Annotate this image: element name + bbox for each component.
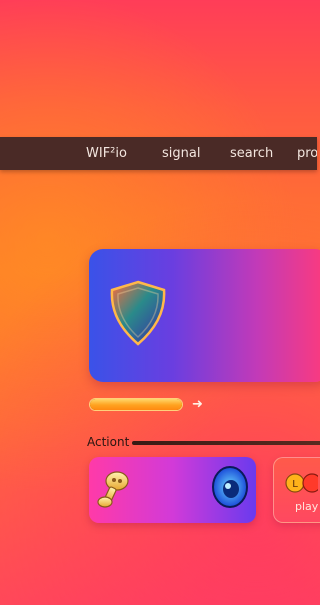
play-label: play (295, 500, 319, 513)
coins-icon: L (285, 473, 318, 493)
nav-item-pro[interactable]: pro (297, 146, 317, 161)
svg-text:L: L (292, 479, 298, 490)
nav-item-wifi[interactable]: WIF²io (86, 146, 127, 161)
nav-item-signal[interactable]: signal (162, 146, 200, 161)
action-slider-track[interactable] (132, 441, 320, 445)
arrow-right-icon[interactable]: ➜ (192, 397, 203, 412)
nav-item-search[interactable]: search (230, 146, 273, 161)
top-nav-bar: WIF²io signal search pro (0, 137, 317, 170)
tools-tile[interactable] (89, 457, 256, 523)
shield-icon (110, 280, 166, 346)
shield-card[interactable] (89, 249, 320, 382)
progress-bar-fill (90, 399, 182, 410)
eye-icon (212, 466, 248, 508)
action-label: Actiont (87, 435, 130, 449)
key-icon (97, 471, 129, 508)
play-tile[interactable]: L play (273, 457, 320, 523)
progress-bar (89, 398, 183, 411)
